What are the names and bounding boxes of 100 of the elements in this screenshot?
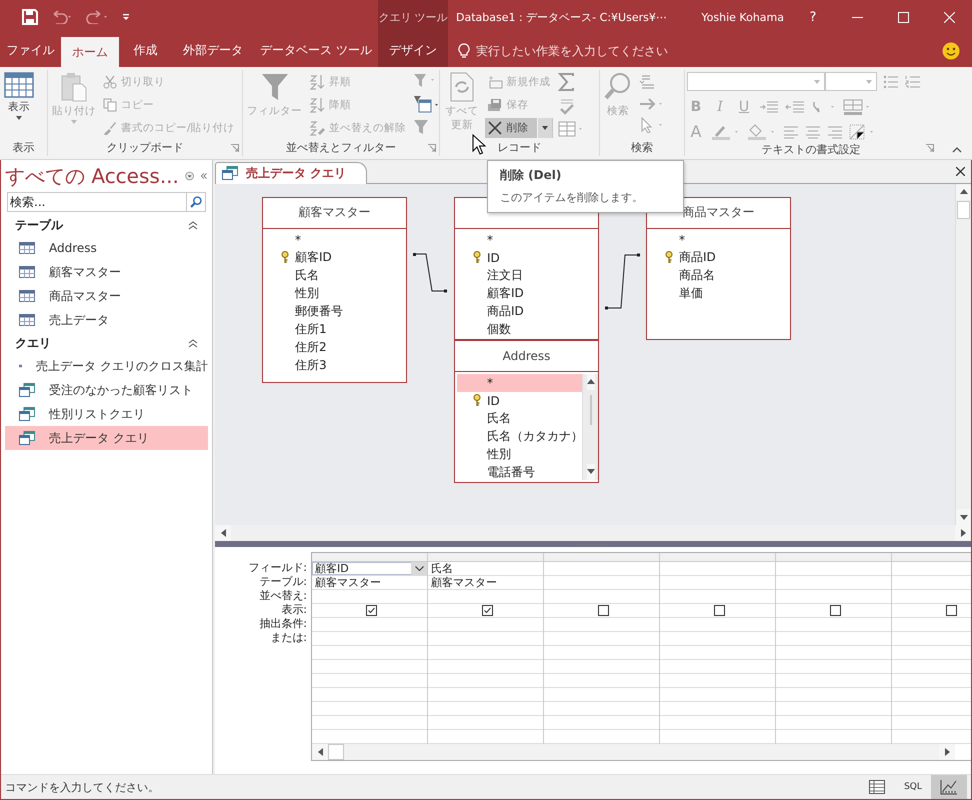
column-selector[interactable] xyxy=(544,553,659,562)
arrow-up-icon[interactable] xyxy=(960,189,968,194)
field-name[interactable]: 商品ID xyxy=(679,249,716,266)
field-name[interactable]: 商品名 xyxy=(679,267,715,284)
ribbon-tab[interactable]: データベース ツール xyxy=(254,34,378,67)
field-name[interactable]: 郵便番号 xyxy=(295,303,343,320)
column-selector[interactable] xyxy=(892,553,971,562)
field-name[interactable]: * xyxy=(295,232,301,247)
navigation-item[interactable]: 性別リストクエリ xyxy=(5,402,208,426)
table-icon[interactable] xyxy=(558,121,584,137)
delete-button[interactable]: 削除 xyxy=(484,118,553,138)
checkbox[interactable] xyxy=(366,605,376,616)
field-name[interactable]: 顧客ID xyxy=(295,249,332,266)
field-name[interactable]: 顧客ID xyxy=(487,285,524,302)
arrow-down-icon[interactable] xyxy=(586,469,594,474)
arrow-left-icon[interactable] xyxy=(220,529,226,538)
sigma-icon[interactable] xyxy=(558,73,576,91)
field-name[interactable]: 住所2 xyxy=(295,339,327,356)
dropdown-button[interactable] xyxy=(411,562,427,576)
collapse-icon[interactable] xyxy=(188,220,198,230)
document-tab[interactable]: 売上データ クエリ xyxy=(215,162,368,184)
highlighter-icon[interactable] xyxy=(711,124,741,140)
design-view-button[interactable] xyxy=(931,775,967,799)
splitter-handle[interactable] xyxy=(575,542,611,546)
vertical-scrollbar[interactable] xyxy=(582,374,598,480)
outdent-icon[interactable] xyxy=(785,100,805,114)
checkbox[interactable] xyxy=(714,605,724,616)
field-name[interactable]: ID xyxy=(487,394,500,408)
gridlines-icon[interactable] xyxy=(843,98,871,114)
field-name[interactable]: ID xyxy=(487,250,500,265)
checkbox[interactable] xyxy=(830,605,840,616)
pointer-icon[interactable] xyxy=(639,117,665,133)
field-name[interactable]: * xyxy=(487,376,493,390)
field-name[interactable]: 住所3 xyxy=(295,357,327,374)
field-name[interactable]: 住所1 xyxy=(295,321,327,338)
navigation-item[interactable]: 顧客マスター xyxy=(5,260,208,284)
ribbon-tab[interactable]: 外部データ xyxy=(172,34,254,67)
funnel-icon[interactable] xyxy=(413,73,435,89)
navigation-item[interactable]: 商品マスター xyxy=(5,284,208,308)
column-selector[interactable] xyxy=(776,553,891,562)
field-name[interactable]: * xyxy=(487,232,493,247)
paragraph-direction-icon[interactable] xyxy=(811,100,837,114)
save-icon[interactable] xyxy=(22,9,38,25)
grid-cell[interactable]: 顧客マスター xyxy=(428,576,543,590)
dialog-launcher-icon[interactable] xyxy=(231,144,239,152)
user-name[interactable]: Yoshie Kohama xyxy=(695,10,798,24)
navigation-item[interactable]: 受注のなかった顧客リスト xyxy=(5,378,208,402)
checkbox[interactable] xyxy=(946,605,956,616)
grid-cell[interactable] xyxy=(544,604,659,618)
field-name[interactable]: * xyxy=(679,232,685,247)
collapse-pane-icon[interactable] xyxy=(200,171,208,181)
grid-cell[interactable] xyxy=(892,604,971,618)
align-right-icon[interactable] xyxy=(827,124,843,138)
align-left-icon[interactable] xyxy=(783,124,799,138)
field-name[interactable]: 性別 xyxy=(295,285,319,302)
navigation-item[interactable]: 売上データ クエリのクロス集計 xyxy=(5,354,208,378)
help-button[interactable]: ? xyxy=(798,0,828,34)
view-button[interactable]: 表示 xyxy=(2,70,36,138)
dialog-launcher-icon[interactable] xyxy=(428,144,436,152)
grid-cell[interactable] xyxy=(776,604,891,618)
font-size-dropdown[interactable] xyxy=(825,72,877,91)
field-name[interactable]: 氏名 xyxy=(295,267,319,284)
horizontal-scrollbar[interactable] xyxy=(215,525,971,542)
collapse-ribbon-icon[interactable] xyxy=(952,147,962,153)
grid-cell[interactable]: 氏名 xyxy=(428,562,543,576)
paint-bucket-icon[interactable] xyxy=(747,124,777,140)
grid-cell[interactable] xyxy=(312,604,427,618)
field-name[interactable]: 氏名 xyxy=(487,410,511,428)
field-name[interactable]: 商品ID xyxy=(487,303,524,320)
scroll-thumb[interactable] xyxy=(957,200,970,219)
close-icon[interactable] xyxy=(956,166,965,176)
field-name[interactable]: 電話番号 xyxy=(487,464,535,482)
dropdown-icon[interactable] xyxy=(184,169,194,183)
arrow-left-icon[interactable] xyxy=(318,748,322,756)
indent-icon[interactable] xyxy=(759,100,779,114)
field-list-window[interactable]: Address * ID 氏名 氏名（カタカナ） 性別 電話番号 xyxy=(454,340,599,483)
field-name[interactable]: 個数 xyxy=(487,321,511,338)
tell-me-field[interactable]: 実行したい作業を入力してください xyxy=(474,42,778,58)
scroll-thumb[interactable] xyxy=(328,744,344,760)
vertical-scrollbar[interactable] xyxy=(955,184,971,526)
checkbox[interactable] xyxy=(482,605,492,616)
ribbon-tab[interactable]: ファイル xyxy=(0,34,61,67)
numbered-list-icon[interactable] xyxy=(905,74,921,88)
group-header[interactable]: クエリ xyxy=(15,334,51,352)
field-name[interactable]: 単価 xyxy=(679,285,703,302)
grid-cell[interactable]: 顧客ID xyxy=(312,562,427,576)
sql-view-button[interactable]: SQL xyxy=(895,775,931,799)
navigation-pane-title[interactable]: すべての Access... xyxy=(5,162,179,190)
search-icon[interactable] xyxy=(186,192,206,212)
navigation-item[interactable]: 売上データ xyxy=(5,308,208,332)
arrow-up-icon[interactable] xyxy=(586,379,594,384)
grid-cell[interactable] xyxy=(428,604,543,618)
align-center-icon[interactable] xyxy=(805,124,821,138)
search-field[interactable]: 検索... xyxy=(7,192,186,212)
arrow-right-icon[interactable] xyxy=(944,748,950,756)
bullet-list-icon[interactable] xyxy=(883,74,899,88)
redo-icon[interactable] xyxy=(86,10,110,24)
field-name[interactable]: 性別 xyxy=(487,446,511,464)
arrow-right-icon[interactable] xyxy=(960,529,966,538)
checkbox[interactable] xyxy=(598,605,608,616)
